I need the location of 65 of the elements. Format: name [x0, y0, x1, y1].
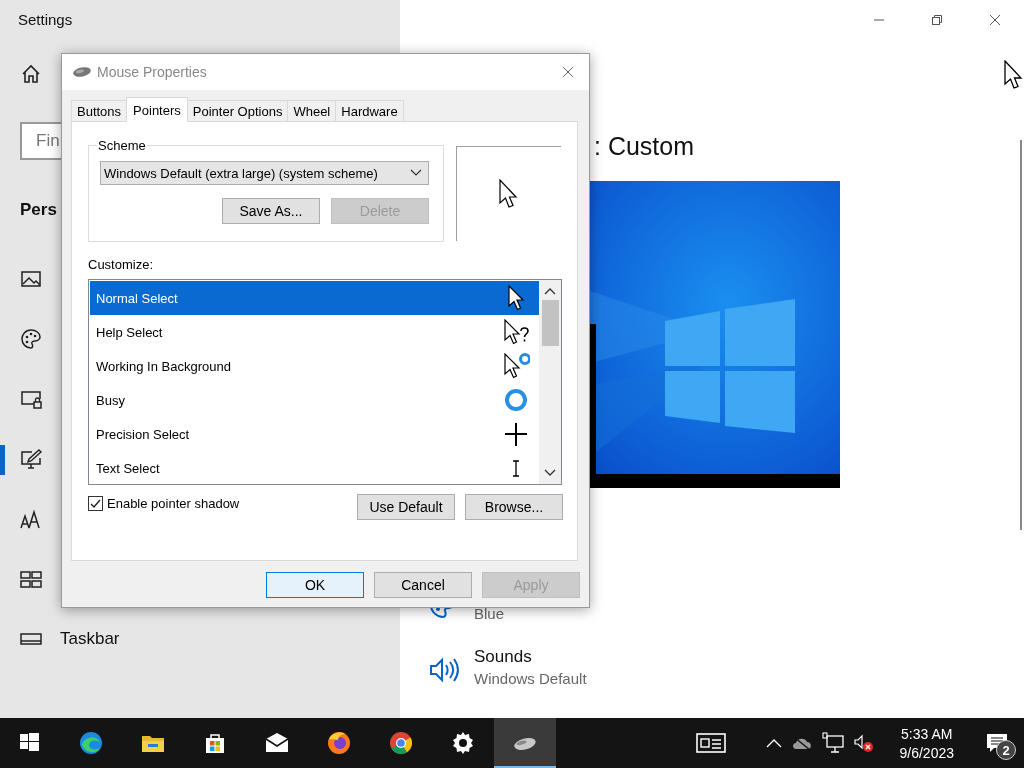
window-title: Settings [17, 10, 73, 30]
palette-icon[interactable] [20, 328, 42, 350]
scroll-thumb[interactable] [541, 300, 559, 346]
scheme-dropdown[interactable]: Windows Default (extra large) (system scheme) [100, 161, 429, 185]
pointer-icon [499, 179, 519, 211]
fox-browser-icon[interactable] [326, 730, 352, 756]
list-item[interactable]: Busy [90, 383, 539, 417]
checkbox-label[interactable]: Enable pointer shadow [107, 496, 240, 511]
section-heading: Pers [20, 200, 57, 220]
group-label: Scheme [97, 138, 147, 153]
window-title: Mouse Properties [97, 64, 207, 80]
checkbox[interactable] [88, 496, 103, 511]
tab[interactable]: Pointers [126, 97, 188, 122]
cloud-icon[interactable] [790, 735, 813, 751]
page-heading: : Custom [594, 132, 695, 161]
gear-icon[interactable] [450, 730, 476, 756]
busy-arrow-pointer-icon [502, 353, 530, 379]
scrollbar[interactable] [539, 280, 561, 484]
setting-value: Blue [474, 604, 505, 624]
button[interactable]: Cancel [374, 572, 472, 598]
fonts-icon[interactable] [20, 508, 42, 530]
notification-badge: 2 [996, 740, 1016, 760]
clock-time[interactable]: 5:33 AM [901, 725, 953, 742]
list-item[interactable]: Working In Background [90, 349, 539, 383]
start-icon[interactable] [20, 568, 42, 590]
scroll-up-icon[interactable] [544, 287, 556, 295]
themes-icon[interactable] [20, 448, 42, 470]
text-cursor-icon [512, 459, 520, 477]
scroll-down-icon[interactable] [544, 469, 556, 477]
news-icon[interactable] [695, 732, 726, 754]
setting-value: Windows Default [474, 669, 587, 689]
muted-speaker-icon[interactable] [852, 733, 875, 753]
tab[interactable]: Hardware [335, 100, 404, 121]
crosshair-icon [504, 421, 528, 447]
button[interactable]: Browse... [465, 494, 563, 520]
help-pointer-icon [503, 319, 529, 345]
list-item[interactable]: Help Select [90, 315, 539, 349]
clock-date[interactable]: 9/6/2023 [899, 744, 954, 761]
close-icon[interactable] [562, 66, 574, 78]
list-item[interactable]: Precision Select [90, 417, 539, 451]
network-icon[interactable] [821, 732, 844, 754]
tab[interactable]: Pointer Options [186, 100, 289, 121]
browser-icon[interactable] [78, 730, 104, 756]
chevron-up-icon[interactable] [765, 738, 782, 748]
list-item[interactable]: Text Select [90, 451, 539, 485]
chevron-down-icon [410, 169, 422, 177]
button[interactable]: Use Default [357, 494, 455, 520]
setting-title[interactable]: Sounds [474, 645, 532, 668]
button[interactable]: Save As... [222, 198, 320, 224]
sidebar-item[interactable]: Taskbar [60, 629, 120, 649]
chrome-browser-icon[interactable] [388, 730, 414, 756]
background-icon[interactable] [20, 268, 42, 290]
tab[interactable]: Buttons [71, 100, 128, 121]
home-icon[interactable] [20, 63, 42, 85]
arrow-pointer-icon [507, 285, 525, 311]
close-icon[interactable] [989, 14, 1001, 26]
speaker-icon[interactable] [428, 655, 460, 685]
busy-ring-icon [505, 389, 527, 411]
list-item[interactable]: Normal Select [90, 281, 539, 315]
list-label: Customize: [88, 257, 154, 272]
lock-screen-icon[interactable] [20, 388, 42, 410]
mouse-icon [72, 66, 92, 78]
scrollbar[interactable] [1020, 140, 1022, 530]
button[interactable]: OK [266, 572, 364, 598]
restore-icon[interactable] [931, 14, 943, 26]
